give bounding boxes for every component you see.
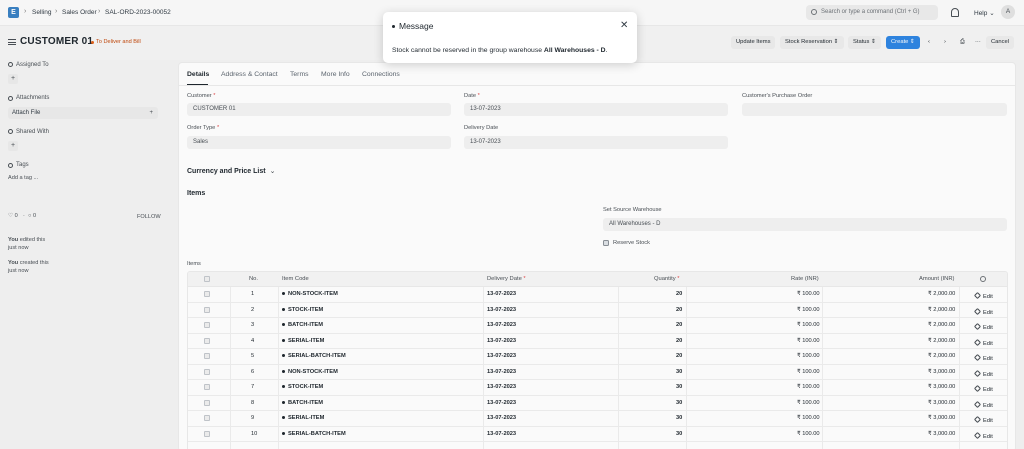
message-warehouse: All Warehouses - D <box>543 47 606 54</box>
message-suffix: . <box>605 47 608 54</box>
message-dialog: Message ✕ Stock cannot be reserved in th… <box>383 12 637 63</box>
modal-backdrop[interactable] <box>0 0 1024 449</box>
dialog-title-text: Message <box>399 21 434 31</box>
message-prefix: Stock cannot be reserved in the group wa… <box>392 47 543 54</box>
dialog-title: Message <box>392 21 434 31</box>
close-icon[interactable]: ✕ <box>620 20 628 31</box>
bullet-icon <box>392 25 395 29</box>
dialog-message: Stock cannot be reserved in the group wa… <box>392 47 607 54</box>
